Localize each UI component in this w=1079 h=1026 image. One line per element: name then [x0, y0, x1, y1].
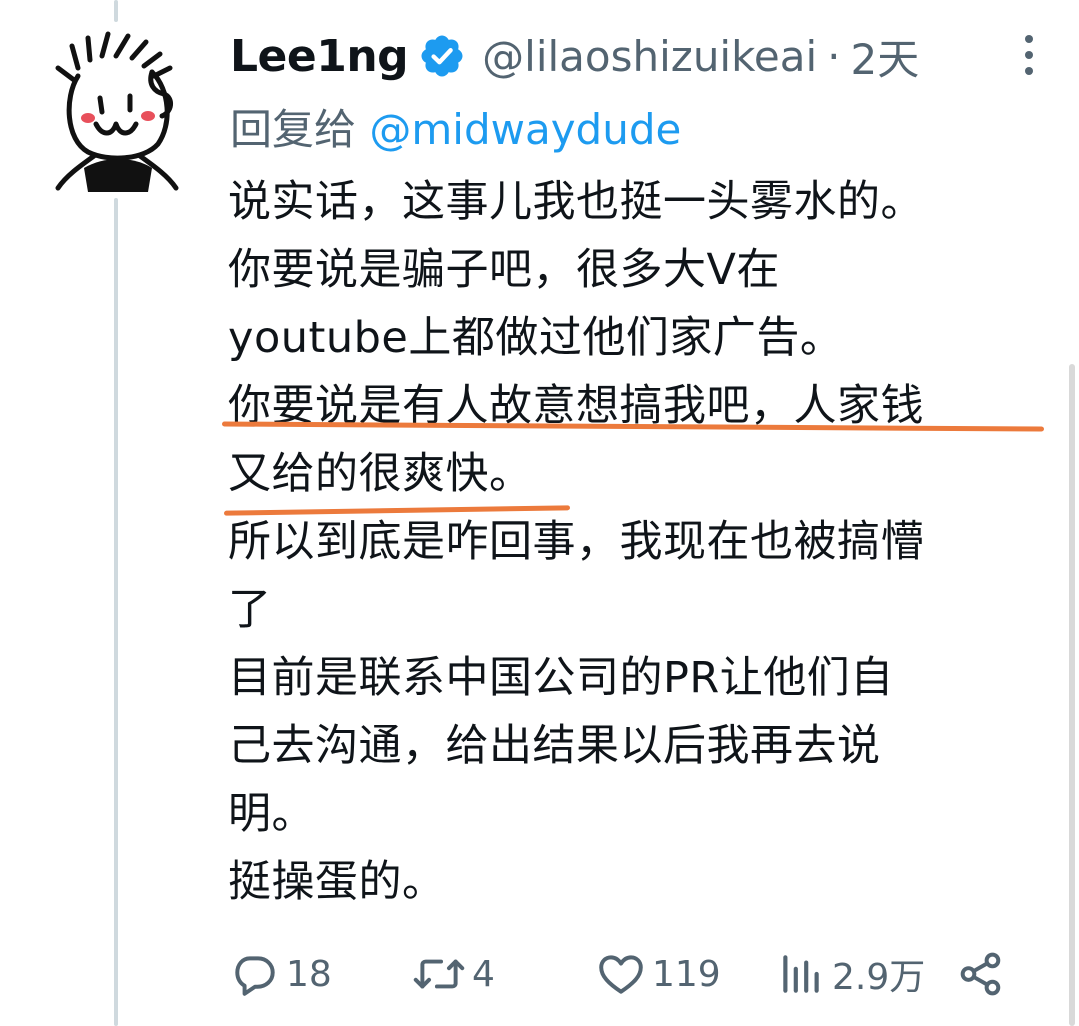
- share-icon: [960, 952, 1001, 996]
- share-button[interactable]: [956, 944, 1006, 1004]
- retweet-button[interactable]: 4: [412, 944, 495, 1004]
- like-count: 119: [652, 953, 721, 995]
- reply-to-handle[interactable]: @midwaydude: [369, 105, 681, 154]
- reply-count: 18: [286, 953, 332, 995]
- separator-dot: ·: [827, 31, 841, 81]
- tweet-line: 挺操蛋的。: [228, 857, 446, 907]
- user-handle[interactable]: @lilaoshizuikeai: [482, 32, 817, 81]
- retweet-count: 4: [472, 953, 495, 995]
- like-icon: [599, 955, 643, 994]
- thread-line-top: [114, 0, 118, 22]
- tweet-line: 明。: [228, 789, 315, 839]
- tweet-text: 说实话，这事儿我也挺一头雾水的。 你要说是骗子吧，很多大V在 youtube上都…: [228, 168, 1064, 916]
- tweet-header: Lee1ng @lilaoshizuikeai · 2天: [230, 24, 1079, 88]
- retweet-icon: [413, 959, 465, 989]
- timestamp[interactable]: 2天: [851, 26, 920, 87]
- tweet-line: youtube上都做过他们家广告。: [228, 313, 844, 363]
- more-vertical-icon[interactable]: [1019, 32, 1039, 78]
- tweet-line: 说实话，这事儿我也挺一头雾水的。: [228, 177, 924, 227]
- reply-button[interactable]: 18: [230, 944, 332, 1004]
- tweet-line: 了: [228, 585, 272, 635]
- tweet-actions: 18 4 119 2.9万: [230, 944, 1019, 1004]
- views-icon: [783, 955, 819, 993]
- reply-to-label: 回复给: [230, 105, 357, 154]
- thread-line-bottom: [114, 198, 118, 1026]
- like-button[interactable]: 119: [596, 944, 721, 1004]
- tweet-line: 所以到底是咋回事，我现在也被搞懵: [228, 517, 924, 567]
- tweet-line: 目前是联系中国公司的PR让他们自: [228, 653, 894, 703]
- scrollbar[interactable]: [1069, 364, 1075, 1026]
- reply-to-line: 回复给 @midwaydude: [230, 96, 681, 157]
- tweet-line: 己去沟通，给出结果以后我再去说: [228, 721, 881, 771]
- tweet-line: 你要说是骗子吧，很多大V在: [228, 245, 780, 295]
- avatar[interactable]: [44, 28, 188, 192]
- display-name[interactable]: Lee1ng: [230, 31, 409, 82]
- views-button[interactable]: 2.9万: [776, 944, 925, 1004]
- tweet-line: 又给的很爽快。: [228, 449, 533, 499]
- view-count: 2.9万: [832, 957, 926, 998]
- reply-icon: [235, 956, 275, 996]
- verified-badge-icon[interactable]: [418, 32, 466, 80]
